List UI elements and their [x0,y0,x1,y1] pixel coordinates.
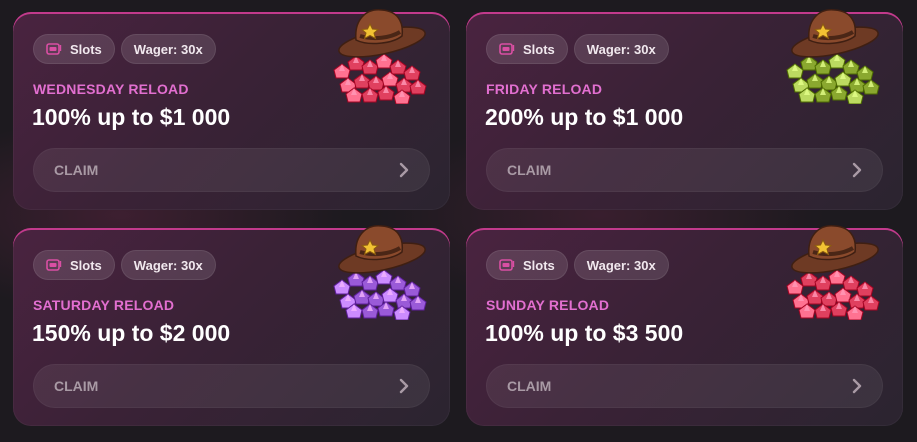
tag-wager: Wager: 30x [120,34,216,64]
tag-category-label: Slots [523,257,555,273]
slot-machine-icon [499,259,515,271]
claim-button[interactable]: CLAIM [33,364,430,408]
tag-category-label: Slots [523,41,555,57]
tag-category-label: Slots [70,41,102,57]
tag-wager: Wager: 30x [120,250,216,280]
slot-machine-icon [499,43,515,55]
chevron-right-icon [399,378,409,394]
tag-category-label: Slots [70,257,102,273]
tag-category: Slots [486,250,568,280]
claim-label: CLAIM [507,162,552,178]
claim-button[interactable]: CLAIM [486,364,883,408]
promo-title: FRIDAY RELOAD [486,81,603,97]
promo-card-friday: Slots Wager: 30x FRIDAY RELOAD 200% up t… [466,9,903,210]
promo-offer: 150% up to $2 000 [32,320,231,346]
claim-label: CLAIM [54,162,99,178]
claim-button[interactable]: CLAIM [486,148,883,192]
promo-card-sunday: Slots Wager: 30x SUNDAY RELOAD 100% up t… [466,225,903,426]
tag-category: Slots [486,34,568,64]
slot-machine-icon [46,43,62,55]
promo-tags: Slots Wager: 30x [33,250,216,280]
cowboy-hat-gems-icon [786,225,880,320]
cowboy-hat-gems-icon [333,9,427,104]
promo-offer: 100% up to $1 000 [32,104,231,130]
promo-offer: 200% up to $1 000 [485,104,684,130]
promo-card-wednesday: Slots Wager: 30x WEDNESDAY RELOAD 100% u… [13,9,450,210]
promo-offer: 100% up to $3 500 [485,320,684,346]
cowboy-hat-gems-icon [333,225,427,320]
promo-tags: Slots Wager: 30x [33,34,216,64]
tag-wager: Wager: 30x [573,34,669,64]
slot-machine-icon [46,259,62,271]
promo-tags: Slots Wager: 30x [486,250,669,280]
chevron-right-icon [852,162,862,178]
promo-card-saturday: Slots Wager: 30x SATURDAY RELOAD 150% up… [13,225,450,426]
claim-button[interactable]: CLAIM [33,148,430,192]
claim-label: CLAIM [507,378,552,394]
chevron-right-icon [852,378,862,394]
tag-wager: Wager: 30x [573,250,669,280]
chevron-right-icon [399,162,409,178]
tag-category: Slots [33,250,115,280]
cowboy-hat-gems-icon [786,9,880,104]
promo-title: SATURDAY RELOAD [33,297,175,313]
promo-tags: Slots Wager: 30x [486,34,669,64]
claim-label: CLAIM [54,378,99,394]
promo-title: SUNDAY RELOAD [486,297,610,313]
tag-category: Slots [33,34,115,64]
promo-title: WEDNESDAY RELOAD [33,81,189,97]
